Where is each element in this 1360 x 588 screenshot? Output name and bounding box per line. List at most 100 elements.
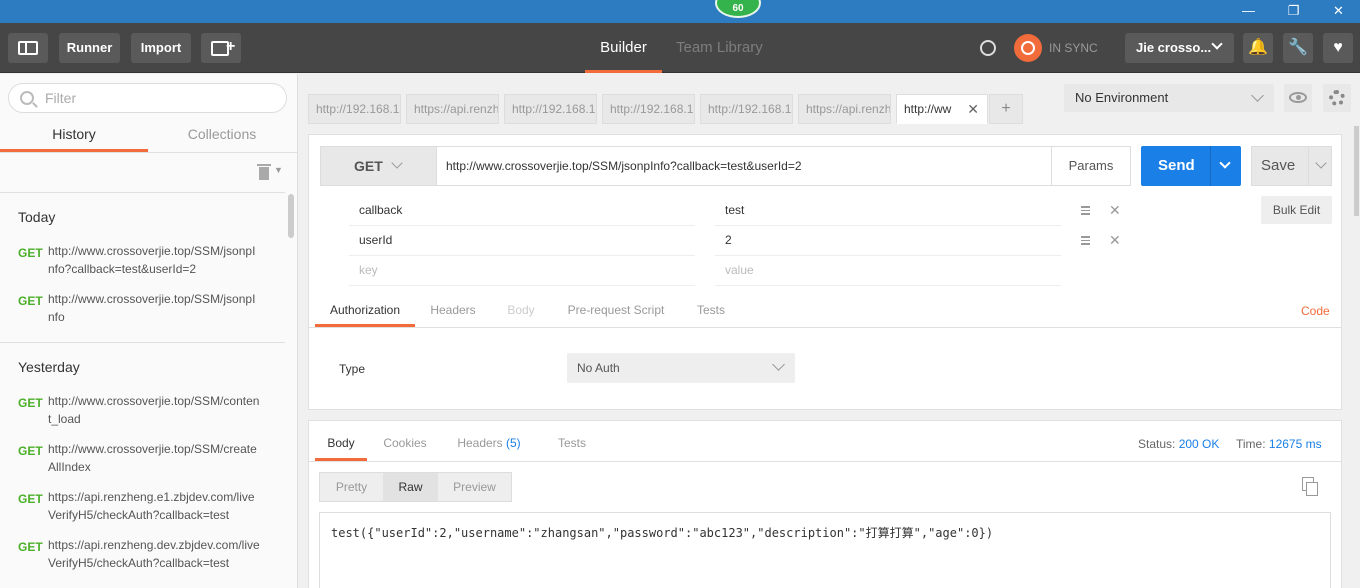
method-select[interactable]: GET	[320, 146, 437, 186]
request-tab[interactable]: http://192.168.1	[504, 94, 597, 124]
generate-code-link[interactable]: Code	[1301, 304, 1330, 318]
new-window-button[interactable]: +	[201, 33, 241, 63]
method-badge: GET	[18, 444, 43, 458]
interceptor-icon[interactable]	[973, 33, 1003, 63]
request-tab[interactable]: https://api.renzh	[798, 94, 891, 124]
send-button[interactable]: Send	[1141, 146, 1241, 186]
close-window-button[interactable]: ✕	[1316, 0, 1360, 23]
param-key-input[interactable]: userId	[349, 226, 695, 256]
tab-headers[interactable]: Headers	[421, 297, 485, 327]
new-tab-button[interactable]: +	[989, 94, 1023, 124]
save-label: Save	[1261, 157, 1296, 174]
wrench-icon[interactable]: 🔧	[1283, 33, 1313, 63]
user-menu[interactable]: Jie crosso...	[1125, 33, 1234, 63]
close-icon[interactable]: ✕	[1109, 232, 1121, 249]
bulk-edit-button[interactable]: Bulk Edit	[1261, 196, 1332, 224]
request-tab-label: http://ww	[904, 102, 952, 116]
status-value: 200 OK	[1178, 437, 1220, 451]
minimize-button[interactable]: —	[1226, 0, 1271, 23]
history-url: http://www.crossoverjie.top/SSM/createAl…	[48, 442, 257, 474]
tab-team-library[interactable]: Team Library	[676, 23, 766, 73]
history-url: http://www.crossoverjie.top/SSM/jsonpInf…	[48, 292, 256, 324]
heart-icon[interactable]: ♥	[1323, 33, 1353, 63]
environment-quick-look-button[interactable]	[1284, 84, 1312, 112]
tab-tests[interactable]: Tests	[687, 297, 735, 327]
divider	[0, 192, 285, 193]
divider	[0, 152, 297, 153]
method-value: GET	[354, 158, 383, 174]
save-divider	[1308, 147, 1309, 185]
copy-icon[interactable]	[1302, 477, 1320, 497]
tab-builder[interactable]: Builder	[585, 23, 662, 73]
request-tab[interactable]: http://192.168.1	[308, 94, 401, 124]
send-divider	[1210, 146, 1211, 186]
tab-response-cookies[interactable]: Cookies	[377, 429, 433, 461]
trash-icon	[257, 164, 271, 166]
sync-icon[interactable]	[1014, 34, 1042, 62]
bell-icon[interactable]: 🔔	[1243, 33, 1273, 63]
chevron-down-icon[interactable]	[1219, 157, 1231, 169]
history-url: http://www.crossoverjie.top/SSM/jsonpInf…	[48, 244, 256, 276]
tab-response-body[interactable]: Body	[315, 429, 367, 461]
history-url: http://www.crossoverjie.top/SSM/content_…	[48, 394, 260, 426]
main-scrollbar[interactable]	[1354, 126, 1359, 216]
response-format-group: Pretty Raw Preview	[319, 472, 512, 502]
close-icon[interactable]: ✕	[1109, 202, 1121, 219]
auth-type-select[interactable]: No Auth	[567, 353, 795, 383]
param-value-placeholder[interactable]: value	[715, 256, 1061, 286]
param-key-placeholder[interactable]: key	[349, 256, 695, 286]
param-value-input[interactable]: 2	[715, 226, 1061, 256]
environment-value: No Environment	[1075, 90, 1169, 105]
divider	[309, 461, 1341, 462]
tab-body[interactable]: Body	[499, 297, 543, 327]
chevron-down-icon: ▼	[274, 165, 283, 175]
save-button[interactable]: Save	[1251, 146, 1332, 186]
response-body[interactable]: test({"userId":2,"username":"zhangsan","…	[319, 512, 1331, 588]
tab-response-tests[interactable]: Tests	[551, 429, 593, 461]
tab-response-headers[interactable]: Headers (5)	[451, 429, 527, 461]
request-tab[interactable]: http://192.168.1	[700, 94, 793, 124]
auth-type-value: No Auth	[577, 361, 620, 375]
param-value-input[interactable]: test	[715, 196, 1061, 226]
url-input[interactable]: http://www.crossoverjie.top/SSM/jsonpInf…	[436, 146, 1052, 186]
request-tab[interactable]: https://api.renzh	[406, 94, 499, 124]
param-row-empty: key value	[349, 256, 1069, 286]
restore-button[interactable]: ❐	[1271, 0, 1316, 23]
environment-select[interactable]: No Environment	[1064, 84, 1274, 112]
response-panel: Body Cookies Headers (5) Tests Status: 2…	[308, 420, 1342, 588]
history-group-today: Today	[18, 209, 56, 225]
method-badge: GET	[18, 246, 43, 260]
clear-history-button[interactable]: ▼	[256, 163, 284, 183]
request-tab-active[interactable]: http://ww ✕	[896, 94, 988, 124]
param-key-input[interactable]: callback	[349, 196, 695, 226]
close-icon[interactable]: ✕	[967, 95, 979, 123]
divider	[309, 327, 1341, 328]
sidebar-icon	[18, 41, 38, 55]
tab-history[interactable]: History	[0, 122, 148, 152]
drag-handle-icon[interactable]	[1081, 206, 1091, 216]
format-raw-button[interactable]: Raw	[383, 473, 438, 501]
params-button[interactable]: Params	[1051, 146, 1131, 186]
chevron-down-icon	[1251, 89, 1264, 102]
sidebar-scrollbar[interactable]	[288, 194, 294, 238]
tab-collections[interactable]: Collections	[148, 122, 296, 152]
format-pretty-button[interactable]: Pretty	[320, 473, 383, 501]
format-preview-button[interactable]: Preview	[438, 473, 511, 501]
request-builder: GET http://www.crossoverjie.top/SSM/json…	[308, 134, 1342, 410]
runner-button[interactable]: Runner	[59, 33, 120, 63]
time-value: 12675 ms	[1268, 437, 1322, 451]
chevron-down-icon[interactable]	[1315, 157, 1327, 169]
gear-icon	[1329, 90, 1345, 106]
manage-environments-button[interactable]	[1323, 84, 1351, 112]
sidebar-divider	[25, 41, 27, 55]
tab-authorization[interactable]: Authorization	[315, 297, 415, 327]
divider	[0, 342, 285, 343]
import-button[interactable]: Import	[131, 33, 191, 63]
method-badge: GET	[18, 396, 43, 410]
tab-pre-request-script[interactable]: Pre-request Script	[557, 297, 675, 327]
toggle-sidebar-button[interactable]	[8, 33, 48, 63]
new-window-plus: +	[226, 38, 236, 55]
request-tab[interactable]: http://192.168.1	[602, 94, 695, 124]
drag-handle-icon[interactable]	[1081, 236, 1091, 246]
filter-input[interactable]: Filter	[8, 83, 287, 113]
